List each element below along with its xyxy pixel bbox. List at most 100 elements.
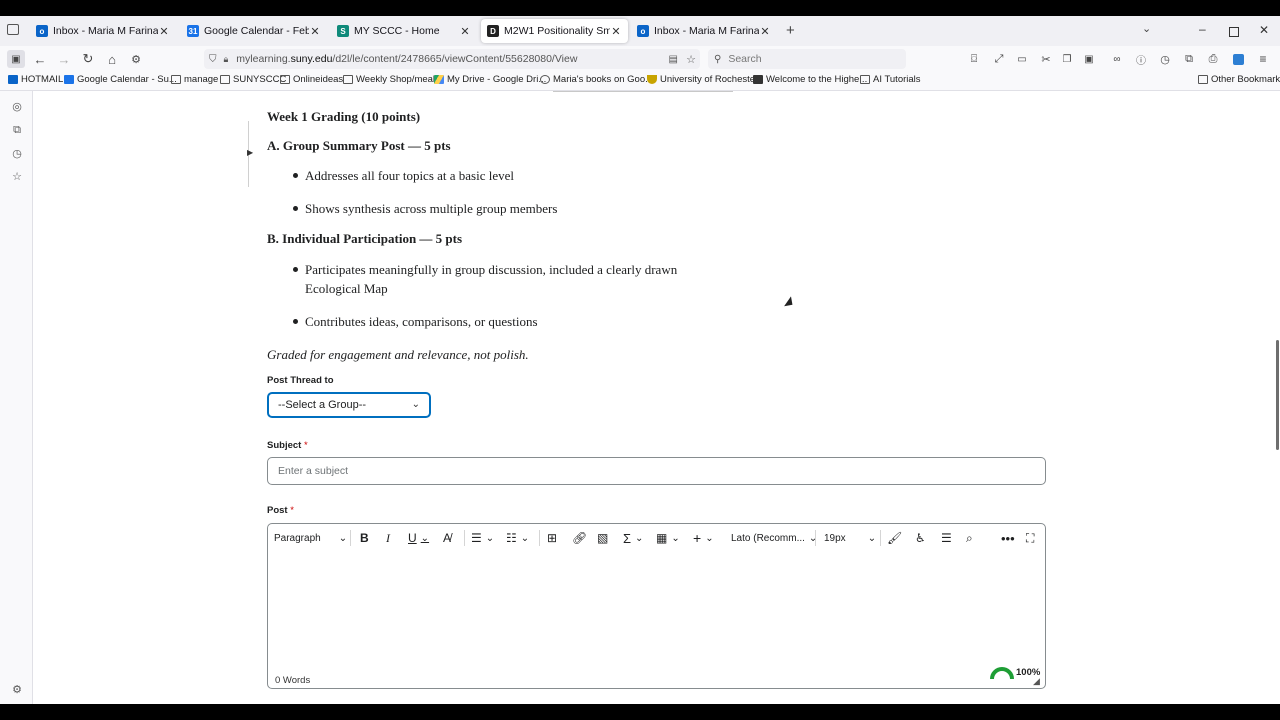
- url-domain: suny.edu: [290, 53, 333, 65]
- page-scrollbar[interactable]: [1276, 340, 1279, 450]
- insert-stuff-icon[interactable]: ⊞: [547, 529, 557, 547]
- bookmark-university-rochester[interactable]: University of Rocheste...: [647, 74, 763, 85]
- more-actions-icon[interactable]: •••: [1001, 529, 1015, 547]
- url-bar[interactable]: ⛉ 🔒︎ mylearning.suny.edu/d2l/le/content/…: [204, 49, 700, 69]
- reader-view-icon[interactable]: ▤: [669, 54, 678, 65]
- lock-icon[interactable]: 🔒︎: [224, 54, 229, 65]
- close-tab-icon[interactable]: ✕: [459, 25, 471, 38]
- close-tab-icon[interactable]: ✕: [610, 25, 622, 38]
- new-tab-icon[interactable]: +: [786, 22, 795, 39]
- close-window-icon[interactable]: ✕: [1259, 23, 1269, 37]
- customize-sidebar-icon[interactable]: ⚙: [10, 682, 24, 696]
- clipboard-icon[interactable]: ▣: [1080, 50, 1098, 68]
- tab-list-icon[interactable]: [7, 24, 19, 35]
- tab-strip: o Inbox - Maria M Farina - Outlook ✕ 31 …: [0, 16, 1280, 46]
- window-icon[interactable]: ▭: [1013, 50, 1031, 68]
- bookmark-other-bookmarks[interactable]: Other Bookmarks: [1198, 74, 1280, 85]
- folder-icon: [860, 75, 870, 84]
- extension-icon[interactable]: ⚙: [127, 50, 145, 68]
- bookmark-google-calendar[interactable]: Google Calendar - Su...: [64, 74, 177, 85]
- underline-dropdown[interactable]: U ⌄: [408, 529, 429, 547]
- dil-icon: [753, 75, 763, 84]
- chevron-down-icon: ⌄: [867, 532, 877, 544]
- copy-icon[interactable]: ❐: [1058, 50, 1076, 68]
- minimize-icon[interactable]: –: [1199, 22, 1206, 36]
- back-icon[interactable]: ←: [31, 50, 49, 68]
- home-icon[interactable]: ⌂: [103, 50, 121, 68]
- tab-my-sccc[interactable]: S MY SCCC - Home ✕: [331, 19, 477, 43]
- reload-icon[interactable]: ↻: [79, 50, 97, 68]
- bookmarks-icon[interactable]: ☆: [10, 169, 24, 183]
- tools-icon[interactable]: ✂: [1037, 50, 1055, 68]
- info-icon[interactable]: ⓘ: [1132, 50, 1150, 68]
- equation-dropdown[interactable]: Σ ⌄: [623, 529, 643, 547]
- extensions-icon[interactable]: ⧉: [1180, 50, 1198, 68]
- restore-icon[interactable]: [1229, 27, 1239, 37]
- history-icon[interactable]: ◷: [10, 146, 24, 160]
- align-dropdown[interactable]: ☰ ⌄: [471, 529, 494, 547]
- tracking-protection-icon[interactable]: ⛉: [209, 54, 217, 65]
- bookmark-onlineideas[interactable]: Onlineideas: [280, 74, 343, 85]
- tab-m2w1-positionality[interactable]: D M2W1 Positionality Small Group ✕: [481, 19, 628, 43]
- image-icon[interactable]: ▧: [597, 529, 608, 547]
- folder-icon: [171, 75, 181, 84]
- close-tab-icon[interactable]: ✕: [158, 25, 170, 38]
- ai-chatbot-icon[interactable]: ◎: [10, 99, 24, 113]
- font-family-dropdown[interactable]: Lato (Recomm... ⌄: [731, 529, 817, 547]
- menu-icon[interactable]: ≡: [1254, 50, 1272, 68]
- list-all-tabs-icon[interactable]: ⌄: [1142, 22, 1151, 35]
- link-icon[interactable]: 🔗︎: [572, 529, 587, 547]
- bookmark-my-drive[interactable]: My Drive - Google Dri...: [434, 74, 546, 85]
- strikethrough-icon[interactable]: A̸: [443, 529, 451, 547]
- group-select[interactable]: --Select a Group-- ⌄: [267, 392, 431, 418]
- screenshot-icon[interactable]: ⌼: [965, 50, 983, 68]
- bookmark-weekly-shop[interactable]: Weekly Shop/meals: [343, 74, 440, 85]
- bookmark-hotmail[interactable]: HOTMAIL: [8, 74, 63, 85]
- close-tab-icon[interactable]: ✕: [309, 25, 321, 38]
- expand-arrow-icon[interactable]: ▶: [247, 148, 253, 157]
- list-item: Shows synthesis across multiple group me…: [293, 199, 557, 218]
- list-dropdown[interactable]: ☷ ⌄: [506, 529, 529, 547]
- resize-icon[interactable]: ⤢: [990, 50, 1008, 68]
- tab-google-calendar[interactable]: 31 Google Calendar - February 2026 ✕: [181, 19, 327, 43]
- history-icon[interactable]: ◷: [1156, 50, 1174, 68]
- tab-outlook-inbox-1[interactable]: o Inbox - Maria M Farina - Outlook ✕: [30, 19, 176, 43]
- globe-icon: [540, 75, 550, 84]
- bookmark-manage[interactable]: manage: [171, 74, 218, 85]
- addon-icon[interactable]: [1229, 50, 1247, 68]
- post-editor[interactable]: Paragraph ⌄ B I U ⌄ A̸ ☰ ⌄ ☷ ⌄ ⊞ 🔗︎ ▧ Σ ⌄ ▦ ⌄ …: [267, 523, 1046, 689]
- line-spacing-icon[interactable]: ☰: [941, 529, 952, 547]
- insert-dropdown[interactable]: + ⌄: [693, 529, 714, 547]
- forward-icon[interactable]: →: [55, 50, 73, 68]
- chevron-down-icon: ⌄: [338, 532, 348, 544]
- print-icon[interactable]: ⎙: [1204, 50, 1222, 68]
- paragraph-format-dropdown[interactable]: Paragraph ⌄: [274, 529, 347, 547]
- drive-icon: [434, 75, 444, 84]
- accessibility-checker-icon[interactable]: ♿︎: [915, 529, 926, 547]
- bookmark-ai-tutorials[interactable]: AI Tutorials: [860, 74, 921, 85]
- bookmark-marias-books[interactable]: Maria's books on Goo...: [540, 74, 653, 85]
- bookmark-star-icon[interactable]: ☆: [686, 53, 696, 66]
- close-tab-icon[interactable]: ✕: [759, 25, 771, 38]
- synced-tabs-icon[interactable]: ⧉: [10, 123, 24, 137]
- tab-outlook-inbox-2[interactable]: o Inbox - Maria M Farina - Outlook ✕: [631, 19, 777, 43]
- browser-sidebar: ◎ ⧉ ◷ ☆ ⚙: [0, 91, 33, 704]
- subject-input[interactable]: Enter a subject: [267, 457, 1046, 485]
- bold-button[interactable]: B: [360, 529, 369, 547]
- sidebar-toggle-icon[interactable]: ▣: [7, 50, 25, 68]
- url-prefix: mylearning.: [236, 53, 291, 65]
- preview-icon[interactable]: ⌕: [966, 529, 973, 547]
- glasses-icon[interactable]: ∞: [1108, 50, 1126, 68]
- search-placeholder: Search: [728, 53, 762, 65]
- bookmark-sunysccc[interactable]: SUNYSCCC: [220, 74, 286, 85]
- accessibility-score-gauge[interactable]: [990, 666, 1014, 680]
- bookmark-welcome-higher[interactable]: Welcome to the Highe...: [753, 74, 867, 85]
- table-dropdown[interactable]: ▦ ⌄: [656, 529, 680, 547]
- format-painter-icon[interactable]: 🖌︎: [887, 529, 902, 547]
- grading-note: Graded for engagement and relevance, not…: [267, 347, 529, 362]
- font-size-dropdown[interactable]: 19px ⌄: [824, 529, 876, 547]
- fullscreen-icon[interactable]: ⛶: [1026, 529, 1034, 547]
- search-bar[interactable]: ⚲ Search: [708, 49, 906, 69]
- resize-handle-icon[interactable]: ◢: [1033, 676, 1040, 687]
- italic-button[interactable]: I: [386, 529, 390, 547]
